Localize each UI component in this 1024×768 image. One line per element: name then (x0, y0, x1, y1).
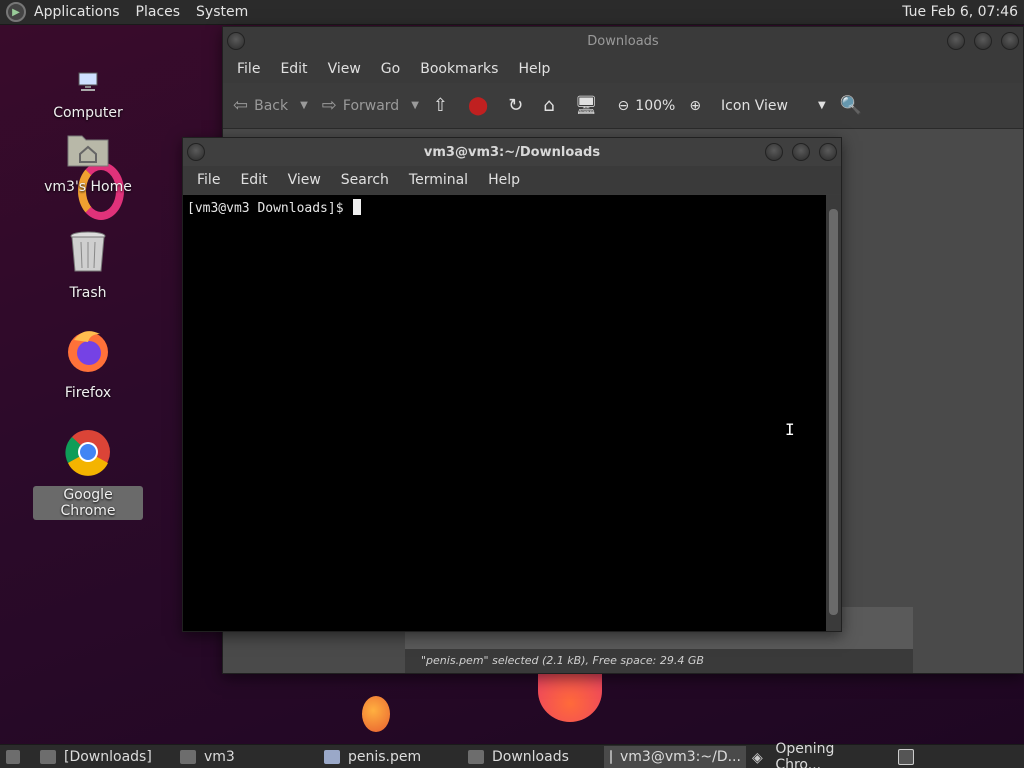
scrollbar-thumb[interactable] (829, 209, 838, 615)
task-terminal[interactable]: vm3@vm3:~/D... (604, 745, 746, 768)
reload-button[interactable]: ↻ (508, 95, 529, 116)
folder-icon (40, 749, 56, 764)
desktop-icon-computer[interactable]: Computer (33, 70, 143, 122)
task-downloads[interactable]: Downloads (462, 746, 604, 768)
terminal-scrollbar[interactable] (826, 195, 841, 631)
chevron-down-icon: ▼ (300, 100, 308, 111)
back-button[interactable]: ⇦ Back ▼ (233, 95, 308, 116)
terminal-icon (610, 749, 612, 764)
task-vm3[interactable]: vm3 (174, 746, 318, 768)
desktop-icon-trash[interactable]: Trash (33, 230, 143, 302)
desktop-icon-label: Trash (69, 285, 107, 301)
terminal-menubar: File Edit View Search Terminal Help (183, 166, 841, 194)
zoom-out-icon: ⊖ (617, 97, 630, 114)
reload-icon: ↻ (508, 95, 524, 116)
desktop-icon-label: vm3's Home (44, 179, 132, 195)
taskbar: [Downloads] vm3 penis.pem Downloads vm3@… (0, 741, 1024, 768)
show-desktop-button[interactable] (0, 746, 34, 768)
menu-help[interactable]: Help (478, 172, 530, 188)
zoom-in-button[interactable]: ⊕ (689, 98, 707, 114)
forward-button[interactable]: ⇨ Forward ▼ (322, 95, 419, 116)
menu-go[interactable]: Go (371, 61, 410, 77)
file-manager-menubar: File Edit View Go Bookmarks Help (223, 55, 1023, 83)
menu-edit[interactable]: Edit (270, 61, 317, 77)
desktop-icon-label: Google Chrome (33, 486, 143, 520)
folder-icon (468, 749, 484, 764)
forward-arrow-icon: ⇨ (321, 95, 337, 116)
task-downloads-bracket[interactable]: [Downloads] (34, 746, 174, 768)
task-opening-chrome[interactable]: ◈ Opening Chro... (746, 741, 886, 768)
home-folder-icon (180, 749, 196, 764)
minimize-button[interactable] (765, 143, 783, 161)
desktop-icon-label: Computer (53, 105, 123, 121)
stop-icon: ⬤ (468, 95, 489, 116)
search-button[interactable]: 🔍 (840, 95, 868, 116)
menu-search[interactable]: Search (331, 172, 399, 188)
firefox-icon (33, 326, 143, 378)
mouse-ibeam-cursor-icon: I (785, 420, 795, 439)
show-desktop-icon (6, 749, 20, 764)
menu-help[interactable]: Help (508, 61, 560, 77)
desktop-icon-firefox[interactable]: Firefox (33, 326, 143, 402)
minimize-button[interactable] (947, 32, 965, 50)
terminal-titlebar[interactable]: vm3@vm3:~/Downloads (183, 138, 841, 166)
top-panel: ▶ Applications Places System Tue Feb 6, … (0, 0, 1024, 25)
wallpaper-bubble-small (362, 696, 390, 732)
text-cursor (353, 199, 362, 215)
menu-applications[interactable]: Applications (26, 4, 128, 20)
menu-file[interactable]: File (187, 172, 230, 188)
chevron-down-icon: ▼ (817, 100, 826, 111)
window-title: Downloads (587, 33, 659, 49)
launch-icon: ◈ (752, 749, 763, 766)
file-manager-titlebar[interactable]: Downloads (223, 27, 1023, 55)
computer-button[interactable]: 🖥 (575, 95, 604, 116)
menu-places[interactable]: Places (128, 4, 189, 20)
terminal-window[interactable]: vm3@vm3:~/Downloads File Edit View Searc… (182, 137, 842, 632)
window-menu-button[interactable] (227, 32, 245, 50)
menu-view[interactable]: View (318, 61, 371, 77)
desktop-icon-chrome[interactable]: Google Chrome (33, 428, 143, 520)
chrome-icon (33, 428, 143, 480)
view-mode-select[interactable]: Icon View ▼ (721, 98, 826, 114)
document-icon (324, 749, 340, 764)
chevron-down-icon: ▼ (411, 100, 419, 111)
workspace-switcher[interactable] (892, 746, 928, 768)
trash-icon (33, 230, 143, 278)
home-button[interactable]: ⌂ (543, 95, 560, 116)
search-icon: 🔍 (839, 95, 863, 116)
zoom-in-icon: ⊕ (689, 97, 702, 114)
zoom-out-button[interactable]: ⊖ 100% (618, 98, 676, 114)
workspace-icon (898, 748, 914, 765)
computer-icon (33, 70, 143, 98)
file-manager-toolbar: ⇦ Back ▼ ⇨ Forward ▼ ⇧ ⬤ ↻ ⌂ 🖥 ⊖ 100% ⊕ Icon … (223, 83, 1023, 129)
close-button[interactable] (1001, 32, 1019, 50)
up-arrow-icon: ⇧ (432, 95, 448, 116)
task-penis-pem[interactable]: penis.pem (318, 746, 462, 768)
menu-terminal[interactable]: Terminal (399, 172, 478, 188)
desktop-icon-home[interactable]: vm3's Home (33, 130, 143, 196)
window-title: vm3@vm3:~/Downloads (423, 144, 601, 160)
home-folder-icon (33, 130, 143, 172)
zoom-level: 100% (635, 97, 676, 114)
window-menu-button[interactable] (187, 143, 205, 161)
home-icon: ⌂ (543, 95, 555, 116)
clock[interactable]: Tue Feb 6, 07:46 (902, 4, 1018, 20)
menu-file[interactable]: File (227, 61, 270, 77)
maximize-button[interactable] (974, 32, 992, 50)
menu-view[interactable]: View (278, 172, 331, 188)
menu-edit[interactable]: Edit (230, 172, 277, 188)
computer-icon: 🖥 (574, 95, 598, 116)
status-bar: "penis.pem" selected (2.1 kB), Free spac… (405, 649, 913, 673)
menu-bookmarks[interactable]: Bookmarks (410, 61, 508, 77)
up-button[interactable]: ⇧ (433, 95, 454, 116)
close-button[interactable] (819, 143, 837, 161)
shell-prompt: [vm3@vm3 Downloads]$ (187, 201, 352, 216)
stop-button[interactable]: ⬤ (468, 95, 494, 116)
maximize-button[interactable] (792, 143, 810, 161)
terminal-output[interactable]: [vm3@vm3 Downloads]$ (183, 195, 827, 631)
menu-system[interactable]: System (188, 4, 256, 20)
desktop-icon-label: Firefox (64, 385, 112, 401)
back-arrow-icon: ⇦ (233, 95, 249, 116)
distro-logo-icon[interactable]: ▶ (6, 2, 26, 22)
